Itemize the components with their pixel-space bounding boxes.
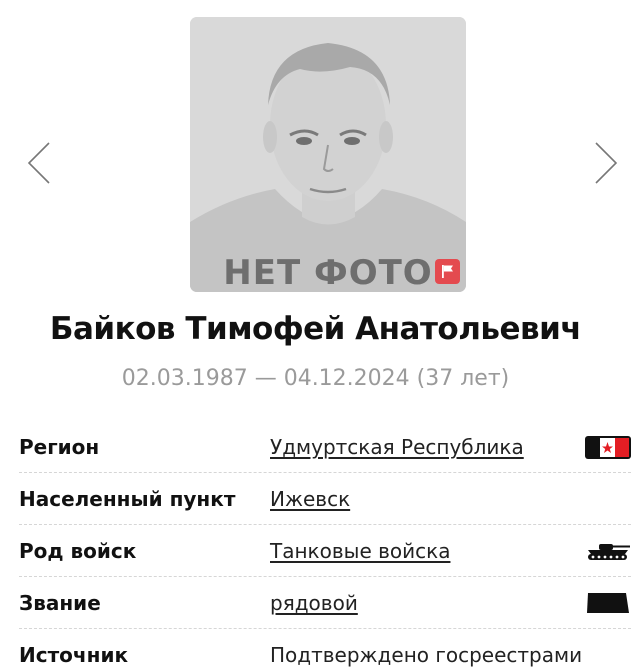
chevron-left-icon	[27, 142, 50, 184]
person-photo: НЕТ ФОТО	[190, 17, 466, 292]
source-value: Подтверждено госреестрами	[270, 643, 583, 667]
branch-label: Род войск	[19, 539, 137, 563]
report-button[interactable]	[435, 259, 460, 284]
source-label: Источник	[19, 643, 129, 667]
rank-link[interactable]: рядовой	[270, 591, 358, 615]
detail-row-locality: Населенный пункт Ижевск	[19, 473, 631, 525]
no-photo-label: НЕТ ФОТО	[223, 253, 433, 292]
locality-link[interactable]: Ижевск	[270, 487, 350, 511]
placeholder-portrait	[190, 17, 466, 292]
locality-label: Населенный пункт	[19, 487, 236, 511]
detail-row-source: Источник Подтверждено госреестрами	[19, 629, 631, 672]
region-link[interactable]: Удмуртская Республика	[270, 435, 524, 459]
flag-icon	[442, 265, 453, 278]
udmurtia-flag-icon	[585, 436, 631, 459]
branch-link[interactable]: Танковые войска	[270, 539, 450, 563]
rank-label: Звание	[19, 591, 101, 615]
details-table: Регион Удмуртская Республика Населенный …	[19, 421, 631, 672]
tank-icon	[588, 544, 630, 560]
region-label: Регион	[19, 435, 100, 459]
detail-row-region: Регион Удмуртская Республика	[19, 421, 631, 473]
prev-button[interactable]	[24, 140, 54, 186]
detail-row-rank: Звание рядовой	[19, 577, 631, 629]
person-name: Байков Тимофей Анатольевич	[49, 311, 582, 347]
person-dates: 02.03.1987 — 04.12.2024 (37 лет)	[121, 366, 510, 391]
next-button[interactable]	[591, 140, 621, 186]
detail-row-branch: Род войск Танковые войска	[19, 525, 631, 577]
chevron-right-icon	[595, 142, 618, 184]
rank-insignia-icon	[587, 593, 629, 613]
